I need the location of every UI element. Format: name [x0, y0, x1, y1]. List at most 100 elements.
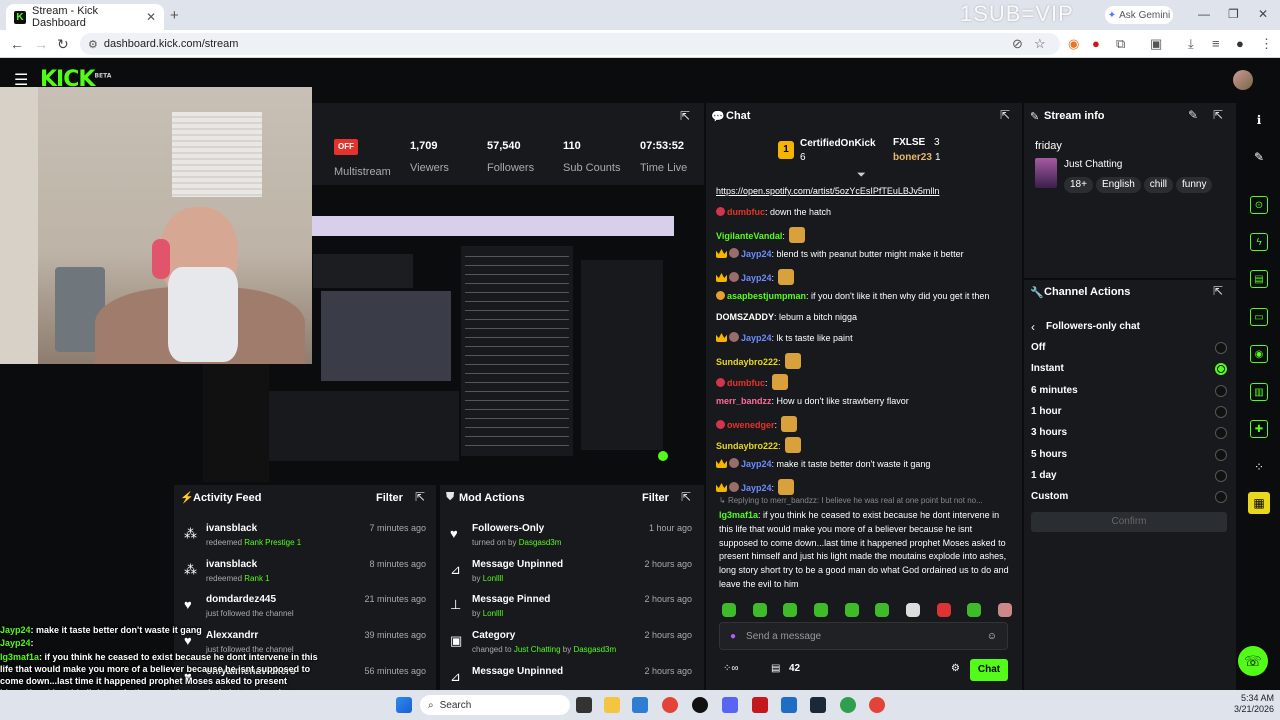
emote-icon[interactable] [844, 603, 859, 617]
top-gifter-3[interactable]: boner23 [893, 152, 932, 163]
download-icon[interactable]: ⤓ [1188, 36, 1194, 52]
media-icon[interactable]: ≡ [1212, 36, 1220, 51]
discord-icon[interactable] [722, 697, 738, 713]
app-icon[interactable] [781, 697, 797, 713]
taskbar-clock[interactable]: 5:34 AM 3/21/2026 [1234, 693, 1274, 715]
dots-icon[interactable]: ⁘ [1250, 458, 1268, 476]
browser-tab[interactable]: K Stream - Kick Dashboard ✕ [6, 4, 164, 30]
emote-icon[interactable] [905, 603, 920, 617]
chat-username[interactable]: Jayp24 [741, 333, 772, 343]
extensions-puzzle-icon[interactable]: ⧉ [1116, 36, 1125, 52]
radio-button[interactable] [1215, 363, 1227, 376]
chat-send-button[interactable]: Chat [970, 659, 1008, 681]
chat-username[interactable]: Sundaybro222 [716, 357, 778, 367]
emote-icon[interactable] [875, 603, 890, 617]
radio-button[interactable] [1215, 384, 1227, 397]
chrome-profile-icon[interactable] [869, 697, 885, 713]
followers-only-option[interactable]: 1 day [1031, 469, 1227, 482]
chat-filter-icon[interactable]: ⏷ [857, 169, 866, 182]
taskbar-search[interactable]: ⌕ Search [420, 695, 570, 715]
mod-filter-button[interactable]: Filter [642, 492, 669, 504]
confirm-button[interactable]: Confirm [1031, 512, 1227, 532]
chat-username[interactable]: Sundaybro222 [716, 441, 778, 451]
followers-only-option[interactable]: Instant [1031, 363, 1227, 376]
clipboard-icon[interactable]: ▤ [1250, 270, 1268, 288]
emote-icon[interactable] [752, 603, 767, 617]
info-icon[interactable]: ℹ [1250, 111, 1268, 129]
ask-gemini-button[interactable]: ✦ Ask Gemini [1105, 6, 1173, 24]
chat-username[interactable]: asapbestjumpman [727, 291, 806, 301]
edit-icon[interactable]: ✎ [1250, 148, 1268, 166]
target-icon[interactable]: ⊙ [1250, 196, 1268, 214]
taskview-icon[interactable] [576, 697, 592, 713]
clapper-icon[interactable]: ▦ [1248, 492, 1270, 514]
emote-icon[interactable] [783, 603, 798, 617]
close-tab-icon[interactable]: ✕ [146, 10, 156, 24]
feed-item[interactable]: ♥ domdardez445 21 minutes ago just followed… [174, 592, 436, 628]
mod-action-item[interactable]: ♥ Followers-Only 1 hour ago turned on by Da… [440, 521, 702, 557]
forward-icon[interactable]: → [34, 36, 48, 52]
popout-stats-icon[interactable]: ⇱ [680, 109, 690, 123]
activity-filter-button[interactable]: Filter [376, 492, 403, 504]
maximize-icon[interactable]: ❐ [1228, 7, 1239, 21]
chat-username[interactable]: VigilanteVandal [716, 231, 782, 241]
file-explorer-icon[interactable] [604, 697, 620, 713]
feed-username[interactable]: domdardez445 [206, 594, 276, 605]
chat-username[interactable]: Jayp24 [741, 459, 772, 469]
close-window-icon[interactable]: ✕ [1258, 7, 1268, 21]
radio-button[interactable] [1215, 342, 1227, 354]
browser-menu-icon[interactable]: ⋮ [1260, 36, 1273, 52]
feed-item[interactable]: ⁂ ivansblack 7 minutes ago redeemed Rank Pr… [174, 521, 436, 557]
feed-username[interactable]: ivansblack [206, 523, 257, 534]
start-icon[interactable] [396, 697, 412, 713]
popout-mod-icon[interactable]: ⇱ [681, 490, 691, 504]
radio-button[interactable] [1215, 469, 1227, 482]
user-avatar[interactable] [1233, 70, 1253, 90]
followers-only-option[interactable]: 1 hour [1031, 405, 1227, 418]
mod-action-item[interactable]: ⊿ Message Unpinned 2 hours ago by Lonllll [440, 557, 702, 593]
steam-icon[interactable] [810, 697, 826, 713]
adobe-icon[interactable] [752, 697, 768, 713]
mod-action-item[interactable]: ▣ Category 2 hours ago changed to Just Chat… [440, 628, 702, 664]
chat-username[interactable]: lg3maf1a [719, 510, 758, 520]
opera-extension-icon[interactable]: ● [1092, 36, 1100, 51]
chat-settings-dots-icon[interactable]: ⁘∞ [723, 663, 739, 674]
popout-channel-actions-icon[interactable]: ⇱ [1213, 284, 1223, 298]
emote-icon[interactable] [997, 603, 1012, 617]
emote-icon[interactable] [967, 603, 982, 617]
site-info-icon[interactable]: ⚙ [88, 38, 98, 51]
popout-activity-icon[interactable]: ⇱ [415, 490, 425, 504]
broadcast-icon[interactable]: ◉ [1250, 345, 1268, 363]
chat-link[interactable]: https://open.spotify.com/artist/5ozYcEsI… [716, 186, 939, 196]
url-field[interactable]: ⚙ dashboard.kick.com/stream [80, 33, 1060, 55]
top-gifter-1[interactable]: CertifiedOnKick [800, 138, 876, 149]
chat-username[interactable]: Jayp24 [741, 249, 772, 259]
reload-icon[interactable]: ↻ [57, 36, 69, 53]
extension-icon[interactable]: ◉ [1068, 36, 1079, 52]
chat-username[interactable]: Jayp24 [741, 483, 772, 493]
popout-stream-info-icon[interactable]: ⇱ [1213, 108, 1223, 122]
chat-username[interactable]: dumbfuc [727, 378, 765, 388]
radio-button[interactable] [1215, 427, 1227, 440]
chat-gear-icon[interactable]: ⚙ [951, 663, 960, 674]
send-message-input[interactable]: ● Send a message ☺ [719, 622, 1008, 650]
chat-bubble-rail-icon[interactable]: ▭ [1250, 308, 1268, 326]
back-chevron-icon[interactable]: ‹ [1031, 320, 1035, 334]
support-chat-icon[interactable]: ☏ [1238, 646, 1268, 676]
radio-button[interactable] [1215, 405, 1227, 418]
category-name[interactable]: Just Chatting [1064, 159, 1122, 170]
mod-action-item[interactable]: ⊥ Message Pinned 2 hours ago by Lonllll [440, 592, 702, 628]
camera-blocked-icon[interactable]: ⊘ [1012, 36, 1023, 52]
followers-only-option[interactable]: Off [1031, 342, 1227, 354]
followers-only-option[interactable]: 5 hours [1031, 448, 1227, 461]
chrome-icon[interactable] [662, 697, 678, 713]
lightning-icon[interactable]: ϟ [1250, 233, 1268, 251]
feed-username[interactable]: ivansblack [206, 559, 257, 570]
chat-username[interactable]: dumbfuc [727, 207, 765, 217]
bookmark-star-icon[interactable]: ☆ [1034, 36, 1046, 52]
chat-username[interactable]: merr_bandzz [716, 396, 772, 406]
profile-icon[interactable]: ● [1236, 36, 1244, 51]
radio-button[interactable] [1215, 491, 1227, 504]
chat-username[interactable]: Jayp24 [741, 273, 772, 283]
followers-only-option[interactable]: 3 hours [1031, 427, 1227, 440]
